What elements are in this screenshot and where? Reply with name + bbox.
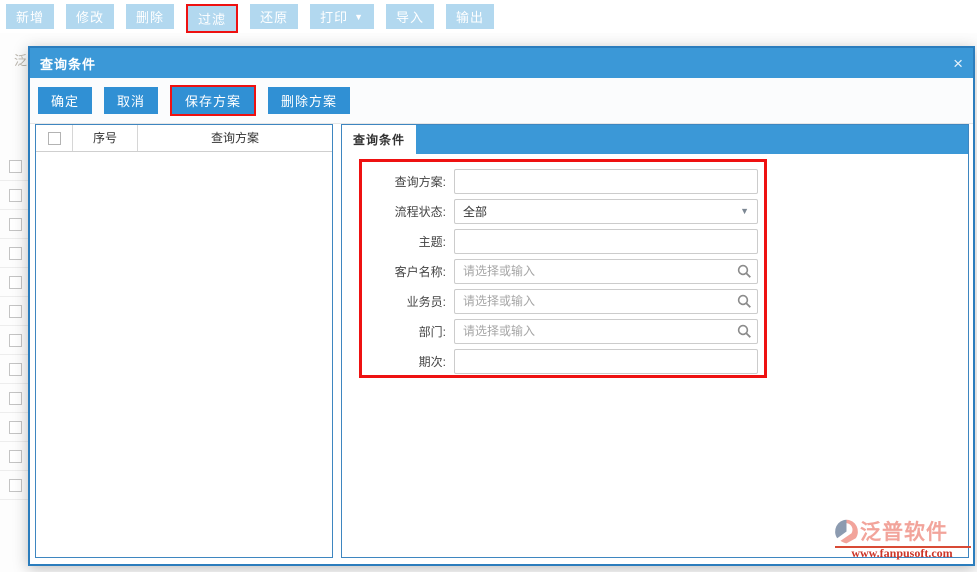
- table-row: [0, 239, 30, 268]
- application-window: 新增 修改 删除 过滤 还原 打印 ▼ 导入 输出 泛 查询条件 × 确定 取消…: [0, 0, 977, 572]
- row-checkbox[interactable]: [9, 189, 22, 202]
- vendor-name: 泛普软件: [860, 521, 948, 544]
- field-label: 主题:: [418, 234, 446, 249]
- table-row: [0, 210, 30, 239]
- toolbar-button-filter[interactable]: 过滤: [188, 6, 237, 31]
- header-checkbox-cell: [36, 125, 73, 151]
- form-row-department: 部门:: [362, 316, 758, 346]
- flow-status-select[interactable]: 全部 ▼: [454, 198, 758, 224]
- row-checkbox[interactable]: [9, 334, 22, 347]
- toolbar-button-print-label: 打印: [320, 10, 349, 25]
- table-row: [0, 384, 30, 413]
- field-label: 流程状态:: [394, 204, 446, 219]
- tab-strip: 查询条件: [342, 125, 968, 154]
- row-checkbox[interactable]: [9, 421, 22, 434]
- row-checkbox[interactable]: [9, 160, 22, 173]
- vendor-url: www.fanpusoft.com: [851, 546, 953, 560]
- form-row-flow-status: 流程状态: 全部 ▼: [362, 196, 758, 226]
- form-row-salesperson: 业务员:: [362, 286, 758, 316]
- row-checkbox[interactable]: [9, 450, 22, 463]
- period-input[interactable]: [454, 348, 758, 374]
- dialog-titlebar[interactable]: 查询条件 ×: [30, 48, 973, 78]
- query-plan-table: 序号 查询方案: [35, 124, 333, 558]
- query-conditions-panel: 查询条件 查询方案: 流程状态: 全部 ▼ 主题: 客户名称: 请选择或输入 业…: [341, 124, 969, 558]
- column-header-index[interactable]: 序号: [73, 125, 138, 151]
- toolbar-button-export[interactable]: 输出: [446, 4, 495, 29]
- form-row-customer-name: 客户名称:: [362, 256, 758, 286]
- row-checkbox[interactable]: [9, 392, 22, 405]
- table-row: [0, 442, 30, 471]
- confirm-button[interactable]: 确定: [38, 87, 93, 114]
- table-row: [0, 181, 30, 210]
- row-checkbox[interactable]: [9, 363, 22, 376]
- tab-query-conditions[interactable]: 查询条件: [342, 125, 416, 154]
- table-row: [0, 326, 30, 355]
- dialog-button-bar: 确定 取消 保存方案 删除方案: [30, 78, 973, 124]
- background-text-fragment: 泛: [14, 53, 28, 68]
- search-icon[interactable]: [737, 294, 752, 309]
- row-checkbox[interactable]: [9, 305, 22, 318]
- query-conditions-dialog: 查询条件 × 确定 取消 保存方案 删除方案 序号 查询方案 查询条件 查询方案…: [28, 46, 975, 566]
- row-checkbox[interactable]: [9, 276, 22, 289]
- plan-name-input[interactable]: [454, 168, 758, 194]
- field-label: 部门:: [418, 324, 446, 339]
- fanpu-logo-icon: [835, 519, 858, 543]
- form-row-subject: 主题:: [362, 226, 758, 256]
- toolbar-button-print[interactable]: 打印 ▼: [310, 4, 375, 29]
- chevron-down-icon: ▼: [740, 206, 749, 216]
- form-row-plan-name: 查询方案:: [362, 166, 758, 196]
- form-row-period: 期次:: [362, 346, 758, 376]
- toolbar-button-restore[interactable]: 还原: [250, 4, 299, 29]
- table-row: [0, 268, 30, 297]
- toolbar-button-import[interactable]: 导入: [386, 4, 435, 29]
- field-label: 客户名称:: [394, 264, 446, 279]
- delete-plan-button[interactable]: 删除方案: [268, 87, 351, 114]
- table-row: [0, 297, 30, 326]
- flow-status-value: 全部: [463, 204, 488, 219]
- salesperson-input[interactable]: [454, 288, 758, 314]
- chevron-down-icon: ▼: [354, 11, 365, 22]
- table-row: [0, 413, 30, 442]
- close-icon[interactable]: ×: [953, 55, 963, 72]
- save-plan-button[interactable]: 保存方案: [172, 87, 255, 114]
- search-icon[interactable]: [737, 264, 752, 279]
- subject-input[interactable]: [454, 228, 758, 254]
- search-icon[interactable]: [737, 324, 752, 339]
- row-checkbox[interactable]: [9, 479, 22, 492]
- toolbar-button-edit[interactable]: 修改: [66, 4, 115, 29]
- dialog-title: 查询条件: [40, 56, 97, 72]
- filter-button-highlight-box: 过滤: [186, 4, 239, 33]
- department-input[interactable]: [454, 318, 758, 344]
- query-plan-table-header: 序号 查询方案: [36, 125, 332, 152]
- cancel-button[interactable]: 取消: [104, 87, 159, 114]
- select-all-checkbox[interactable]: [47, 131, 61, 145]
- form-highlight-box: 查询方案: 流程状态: 全部 ▼ 主题: 客户名称: 请选择或输入 业务员: 请…: [359, 159, 767, 378]
- field-label: 查询方案:: [394, 174, 446, 189]
- field-label: 期次:: [418, 354, 446, 369]
- customer-name-input[interactable]: [454, 258, 758, 284]
- save-plan-highlight-box: 保存方案: [170, 85, 257, 116]
- row-checkbox[interactable]: [9, 247, 22, 260]
- table-row: [0, 152, 30, 181]
- vendor-watermark: 泛普软件 www.fanpusoft.com: [833, 516, 971, 561]
- table-row: [0, 471, 30, 500]
- background-table-rows: [0, 152, 30, 500]
- column-header-plan[interactable]: 查询方案: [138, 125, 332, 151]
- toolbar-button-add[interactable]: 新增: [6, 4, 55, 29]
- row-checkbox[interactable]: [9, 218, 22, 231]
- field-label: 业务员:: [406, 294, 446, 309]
- toolbar-button-delete[interactable]: 删除: [126, 4, 175, 29]
- table-row: [0, 355, 30, 384]
- main-toolbar: 新增 修改 删除 过滤 还原 打印 ▼ 导入 输出: [0, 0, 977, 33]
